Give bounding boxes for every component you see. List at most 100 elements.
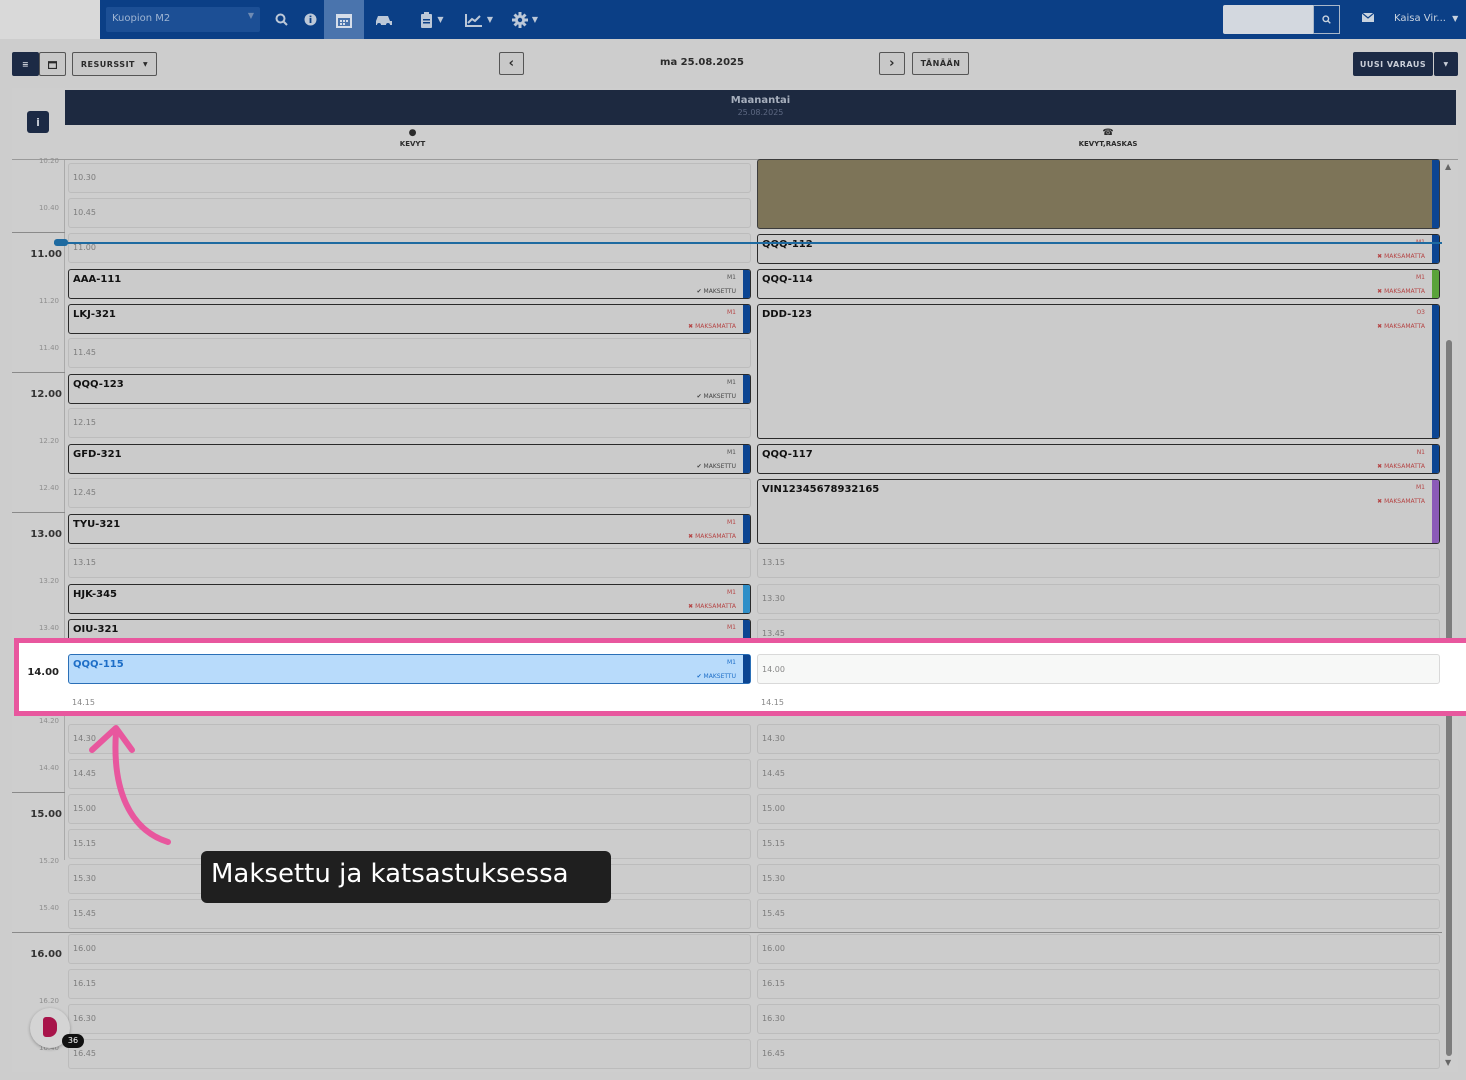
time-slot[interactable]: 14.45 <box>757 759 1440 789</box>
time-slot[interactable]: 16.30 <box>68 1004 751 1034</box>
time-slot[interactable]: 16.00 <box>68 934 751 964</box>
time-slot[interactable]: 15.45 <box>68 899 751 929</box>
slot-time: 11.00 <box>73 243 96 252</box>
slot-time: 13.30 <box>762 594 785 603</box>
time-sublabel: 15.40 <box>38 904 59 912</box>
booking-card[interactable]: QQQ-123 M1 ✔ MAKSETTU <box>68 374 751 404</box>
app-logo[interactable] <box>0 0 100 39</box>
time-slot[interactable]: 15.30 <box>757 864 1440 894</box>
time-slot[interactable]: 10.45 <box>68 198 751 228</box>
payment-status: ✖ MAKSAMATTA <box>1377 288 1425 295</box>
booking-card[interactable]: QQQ-114 M1 ✖ MAKSAMATTA <box>757 269 1440 299</box>
calendar-view-button[interactable] <box>39 52 66 76</box>
highlight-frame <box>14 638 1466 716</box>
hour-label: 16.00 <box>30 949 62 960</box>
booking-card[interactable]: AAA-111 M1 ✔ MAKSETTU <box>68 269 751 299</box>
user-menu[interactable]: Kaisa Vir... ▼ <box>1394 13 1458 24</box>
search-button[interactable] <box>1313 5 1340 34</box>
info-icon[interactable] <box>299 0 321 39</box>
chevron-down-icon: ▼ <box>486 15 494 24</box>
time-slot[interactable]: 15.15 <box>757 829 1440 859</box>
time-slot[interactable]: 13.30 <box>757 584 1440 614</box>
car-icon[interactable] <box>370 0 398 39</box>
booking-block[interactable] <box>757 159 1440 229</box>
gear-icon[interactable]: ▼ <box>506 0 544 39</box>
time-slot[interactable]: 15.00 <box>757 794 1440 824</box>
booking-plate: HJK-345 <box>73 589 117 600</box>
new-reservation-dropdown[interactable]: ▼ <box>1434 52 1458 76</box>
booking-plate: QQQ-117 <box>762 449 813 460</box>
time-sublabel: 10.40 <box>38 204 59 212</box>
time-slot[interactable]: 11.00 <box>68 233 751 263</box>
time-column-divider <box>64 160 65 860</box>
time-slot[interactable]: 16.15 <box>68 969 751 999</box>
booking-card[interactable]: HJK-345 M1 ✖ MAKSAMATTA <box>68 584 751 614</box>
annotation-text: Maksettu ja katsastuksessa <box>211 859 569 889</box>
time-slot[interactable]: 16.15 <box>757 969 1440 999</box>
time-sublabel: 11.20 <box>38 297 59 305</box>
chevron-down-icon: ▼ <box>247 11 254 20</box>
payment-status: ✔ MAKSETTU <box>696 393 736 400</box>
booking-card[interactable]: QQQ-112 M1 ✖ MAKSAMATTA <box>757 234 1440 264</box>
top-navbar: Kuopion M2 ▼ ▼ ▼ ▼ Kaisa Vir... ▼ <box>0 0 1466 39</box>
slot-time: 16.45 <box>73 1049 96 1058</box>
list-view-button[interactable]: ≡ <box>12 52 39 76</box>
hour-label: 11.00 <box>30 249 62 260</box>
search-icon[interactable] <box>270 0 292 39</box>
slot-time: 14.45 <box>762 769 785 778</box>
resources-dropdown[interactable]: RESURSSIT ▼ <box>72 52 157 76</box>
chart-icon[interactable]: ▼ <box>460 0 498 39</box>
today-button[interactable]: TÄNÄÄN <box>912 52 969 75</box>
slot-time: 16.15 <box>762 979 785 988</box>
scroll-down-icon[interactable]: ▼ <box>1445 1058 1451 1067</box>
booking-card[interactable]: QQQ-117 N1 ✖ MAKSAMATTA <box>757 444 1440 474</box>
time-slot[interactable]: 12.45 <box>68 478 751 508</box>
calendar-icon[interactable] <box>324 0 364 39</box>
slot-time: 15.30 <box>762 874 785 883</box>
booking-plate: VIN12345678932165 <box>762 484 880 495</box>
time-slot[interactable]: 10.30 <box>68 163 751 193</box>
time-sublabel: 16.20 <box>38 997 59 1005</box>
slot-time: 16.15 <box>73 979 96 988</box>
resource-header-1: ● KEVYT <box>65 128 760 158</box>
booking-plate: LKJ-321 <box>73 309 116 320</box>
location-select-value: Kuopion M2 <box>112 13 171 24</box>
time-slot[interactable]: 11.45 <box>68 338 751 368</box>
booking-card[interactable]: LKJ-321 M1 ✖ MAKSAMATTA <box>68 304 751 334</box>
resources-label: RESURSSIT <box>80 59 135 69</box>
slot-time: 16.00 <box>762 944 785 953</box>
booking-plate: DDD-123 <box>762 309 813 320</box>
booking-code: M1 <box>727 379 736 386</box>
time-slot[interactable]: 16.00 <box>757 934 1440 964</box>
calendar-grid: i Maanantai 25.08.2025 ● KEVYT ☎ KEVYT,R… <box>12 88 1458 1072</box>
booking-card[interactable]: DDD-123 O3 ✖ MAKSAMATTA <box>757 304 1440 439</box>
time-slot[interactable]: 13.15 <box>68 548 751 578</box>
new-reservation-button[interactable]: UUSI VARAUS <box>1353 52 1433 76</box>
time-slot[interactable]: 15.45 <box>757 899 1440 929</box>
slot-time: 15.00 <box>762 804 785 813</box>
hour-line <box>12 512 65 513</box>
time-slot[interactable]: 16.30 <box>757 1004 1440 1034</box>
clipboard-icon[interactable]: ▼ <box>413 0 451 39</box>
time-slot[interactable]: 14.30 <box>757 724 1440 754</box>
payment-status: ✖ MAKSAMATTA <box>1377 323 1425 330</box>
search-input[interactable] <box>1223 5 1313 34</box>
time-slot[interactable]: 12.15 <box>68 408 751 438</box>
location-select[interactable]: Kuopion M2 ▼ <box>106 7 260 32</box>
hour-label: 12.00 <box>30 389 62 400</box>
info-button[interactable]: i <box>27 111 49 133</box>
booking-card[interactable]: VIN12345678932165 M1 ✖ MAKSAMATTA <box>757 479 1440 544</box>
booking-card[interactable]: GFD-321 M1 ✔ MAKSETTU <box>68 444 751 474</box>
scroll-up-icon[interactable]: ▲ <box>1445 162 1451 171</box>
mail-icon[interactable] <box>1361 11 1375 25</box>
time-slot[interactable]: 16.45 <box>757 1039 1440 1069</box>
booking-card[interactable]: TYU-321 M1 ✖ MAKSAMATTA <box>68 514 751 544</box>
time-sublabel: 14.40 <box>38 764 59 772</box>
time-slot[interactable]: 16.45 <box>68 1039 751 1069</box>
payment-status: ✖ MAKSAMATTA <box>1377 463 1425 470</box>
resource-name: KEVYT,RASKAS <box>1078 140 1138 148</box>
next-day-button[interactable]: › <box>879 52 905 75</box>
booking-plate: AAA-111 <box>73 274 122 285</box>
time-slot[interactable]: 13.15 <box>757 548 1440 578</box>
prev-day-button[interactable]: ‹ <box>499 52 524 75</box>
